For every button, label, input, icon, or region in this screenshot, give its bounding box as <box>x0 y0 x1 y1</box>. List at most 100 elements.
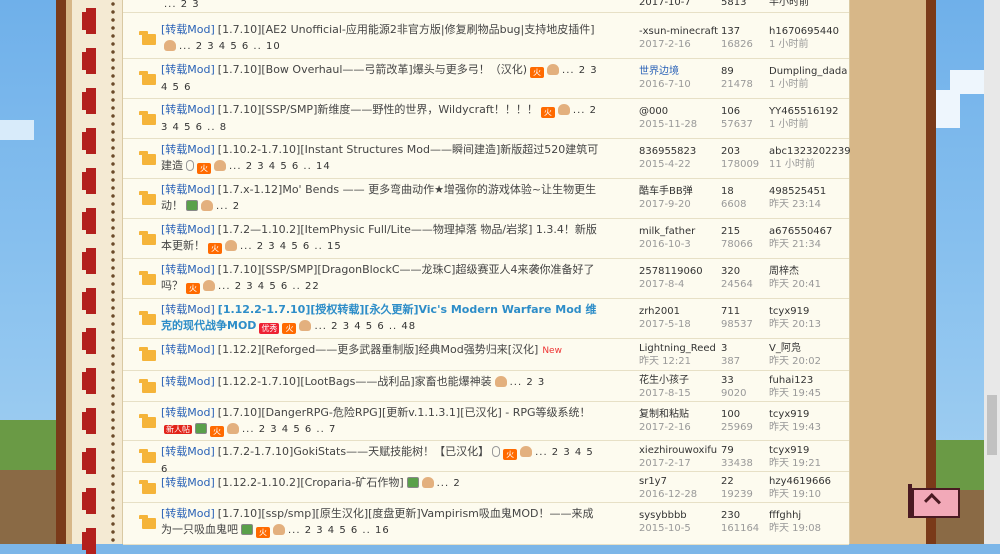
thread-title-link[interactable]: [1.7.10][Bow Overhaul——弓箭改革]爆头与更多弓！（汉化) <box>218 63 527 76</box>
last-reply-cell: 周梓杰 昨天 20:41 <box>769 265 849 291</box>
scrollbar[interactable] <box>984 0 1000 544</box>
reply-count: 203 <box>721 146 741 157</box>
page-links[interactable]: ... 2 3 <box>161 0 601 13</box>
author-link[interactable]: 复制和粘贴 <box>639 409 689 420</box>
page-links[interactable]: ... 2 <box>437 478 461 489</box>
page-links[interactable]: ... 2 3 4 5 6 .. 48 <box>314 321 416 332</box>
folder-icon <box>139 480 156 494</box>
table-row: [转载Mod] [1.7.2-1.7.10]GokiStats——天赋技能树！【已… <box>123 440 849 475</box>
image-attachment-icon <box>406 477 419 488</box>
thread-title-link[interactable]: [1.12.2-1.10.2][Croparia-矿石作物] <box>218 476 404 489</box>
category-tag[interactable]: [转载Mod] <box>161 445 215 458</box>
page-links[interactable]: ... 2 3 4 5 6 .. 10 <box>179 41 281 52</box>
reply-view-cell: 18 6608 <box>721 185 771 211</box>
reply-view-cell: 137 16826 <box>721 25 771 51</box>
last-reply-user-link[interactable]: tcyx919 <box>769 445 809 456</box>
last-reply-time[interactable]: 昨天 19:21 <box>769 457 849 470</box>
view-count: 387 <box>721 356 741 367</box>
folder-icon <box>139 231 156 245</box>
page-links[interactable]: ... 2 3 <box>510 377 546 388</box>
view-count: 25969 <box>721 422 753 433</box>
category-tag[interactable]: [转载Mod] <box>161 103 215 116</box>
last-reply-time[interactable]: 1 小时前 <box>769 78 849 91</box>
author-link[interactable]: 世界边境 <box>639 66 679 77</box>
category-tag[interactable]: [转载Mod] <box>161 223 215 236</box>
last-reply-user-link[interactable]: fffghhj <box>769 510 801 521</box>
page-links[interactable]: ... 2 3 4 5 6 .. 7 <box>242 424 336 435</box>
image-attachment-icon <box>186 200 198 211</box>
last-reply-user-link[interactable]: tcyx919 <box>769 409 809 420</box>
last-reply-time[interactable]: 昨天 23:14 <box>769 198 849 211</box>
author-link[interactable]: xiezhirouwoxifu <box>639 445 717 456</box>
thread-title-link[interactable]: [1.7.10][DangerRPG-危险RPG][更新v.1.1.3.1][已… <box>218 406 591 419</box>
author-link[interactable]: sr1y7 <box>639 476 667 487</box>
page-links[interactable]: ... 2 3 4 5 6 .. 16 <box>288 525 390 536</box>
thread-subject: [转载Mod] [1.10.2-1.7.10][Instant Structure… <box>161 142 601 175</box>
category-tag[interactable]: [转载Mod] <box>161 303 215 316</box>
last-reply-user-link[interactable]: YY465516192 <box>769 106 838 117</box>
author-link[interactable]: sysybbbb <box>639 510 687 521</box>
back-to-top-button[interactable] <box>904 482 962 520</box>
last-reply-time[interactable]: 1 小时前 <box>769 38 849 51</box>
last-reply-time[interactable]: 11 小时前 <box>769 158 849 171</box>
folder-icon <box>139 379 156 393</box>
ribbon-icon <box>82 448 96 474</box>
author-link[interactable]: 花生小孩子 <box>639 375 689 386</box>
last-reply-user-link[interactable]: a676550467 <box>769 226 832 237</box>
last-reply-user-link[interactable]: fuhai123 <box>769 375 813 386</box>
author-link[interactable]: -xsun-minecraft <box>639 26 718 37</box>
author-link[interactable]: zrh2001 <box>639 306 680 317</box>
page-links[interactable]: ... 2 <box>216 201 240 212</box>
category-tag[interactable]: [转载Mod] <box>161 263 215 276</box>
category-tag[interactable]: [转载Mod] <box>161 23 215 36</box>
author-link[interactable]: 酷车手BB弹 <box>639 186 693 197</box>
author-link[interactable]: 836955823 <box>639 146 696 157</box>
thread-title-link[interactable]: [1.7.10][SSP/SMP]新维度——野性的世界，Wildycraft！！… <box>218 103 538 116</box>
last-reply-time[interactable]: 昨天 19:08 <box>769 522 849 535</box>
last-reply-time[interactable]: 昨天 20:13 <box>769 318 849 331</box>
page-links[interactable]: ... 2 3 4 5 6 .. 14 <box>229 161 331 172</box>
category-tag[interactable]: [转载Mod] <box>161 343 215 356</box>
last-reply-user-link[interactable]: V_阿凫 <box>769 343 801 354</box>
last-reply-time[interactable]: 昨天 20:41 <box>769 278 849 291</box>
thread-title-link[interactable]: [1.7.2-1.7.10]GokiStats——天赋技能树！【已汉化】 <box>218 445 489 458</box>
last-reply-user-link[interactable]: Dumpling_dada <box>769 66 847 77</box>
thread-title-link[interactable]: [1.7.10][AE2 Unofficial-应用能源2非官方版|修复刷物品b… <box>218 23 595 36</box>
table-row: [转载Mod] [1.7.x-1.12]Mo' Bends —— 更多弯曲动作★增… <box>123 178 849 219</box>
author-link[interactable]: 2578119060 <box>639 266 703 277</box>
reply-count: 106 <box>721 106 741 117</box>
category-tag[interactable]: [转载Mod] <box>161 406 215 419</box>
last-reply-user-link[interactable]: abc1323202239 <box>769 146 851 157</box>
last-reply-user-link[interactable]: 498525451 <box>769 186 826 197</box>
category-tag[interactable]: [转载Mod] <box>161 183 215 196</box>
reply-count: 22 <box>721 476 734 487</box>
category-tag[interactable]: [转载Mod] <box>161 476 215 489</box>
scrollbar-thumb[interactable] <box>987 395 997 455</box>
last-reply-user-link[interactable]: tcyx919 <box>769 306 809 317</box>
last-reply-time[interactable]: 昨天 19:43 <box>769 421 849 434</box>
last-reply-user-link[interactable]: hzy4619666 <box>769 476 831 487</box>
author-link[interactable]: Lightning_Reed <box>639 343 716 354</box>
category-tag[interactable]: [转载Mod] <box>161 507 215 520</box>
category-tag[interactable]: [转载Mod] <box>161 375 215 388</box>
thread-title-link[interactable]: [1.12.2][Reforged——更多武器重制版]经典Mod强势归来[汉化] <box>218 343 539 356</box>
last-reply-time[interactable]: 昨天 19:45 <box>769 387 849 400</box>
last-reply-user-link[interactable]: h1670695440 <box>769 26 839 37</box>
last-reply-time[interactable]: 1 小时前 <box>769 118 849 131</box>
category-tag[interactable]: [转载Mod] <box>161 143 215 156</box>
thumbs-up-icon <box>557 104 570 115</box>
last-reply-time[interactable]: 昨天 20:02 <box>769 355 849 368</box>
thread-list: ... 2 3 2017-10-7 5813 半小时前 [转载Mod] [1.7.… <box>122 0 851 545</box>
last-reply-cell: YY465516192 1 小时前 <box>769 105 849 131</box>
thread-title-link[interactable]: [1.12.2-1.7.10][LootBags——战利品]家畜也能爆神装 <box>218 375 492 388</box>
last-reply-time[interactable]: 昨天 21:34 <box>769 238 849 251</box>
thread-title-link[interactable]: [1.10.2-1.7.10][Instant Structures Mod——… <box>161 143 598 172</box>
last-reply-time[interactable]: 昨天 19:10 <box>769 488 849 501</box>
last-reply-user-link[interactable]: 周梓杰 <box>769 266 799 277</box>
page-links[interactable]: ... 2 3 4 5 6 .. 15 <box>240 241 342 252</box>
author-link[interactable]: @000 <box>639 106 668 117</box>
category-tag[interactable]: [转载Mod] <box>161 63 215 76</box>
thread-subject: [转载Mod] [1.7.10][DangerRPG-危险RPG][更新v.1.1… <box>161 405 601 438</box>
author-link[interactable]: milk_father <box>639 226 695 237</box>
page-links[interactable]: ... 2 3 4 5 6 .. 22 <box>218 281 320 292</box>
